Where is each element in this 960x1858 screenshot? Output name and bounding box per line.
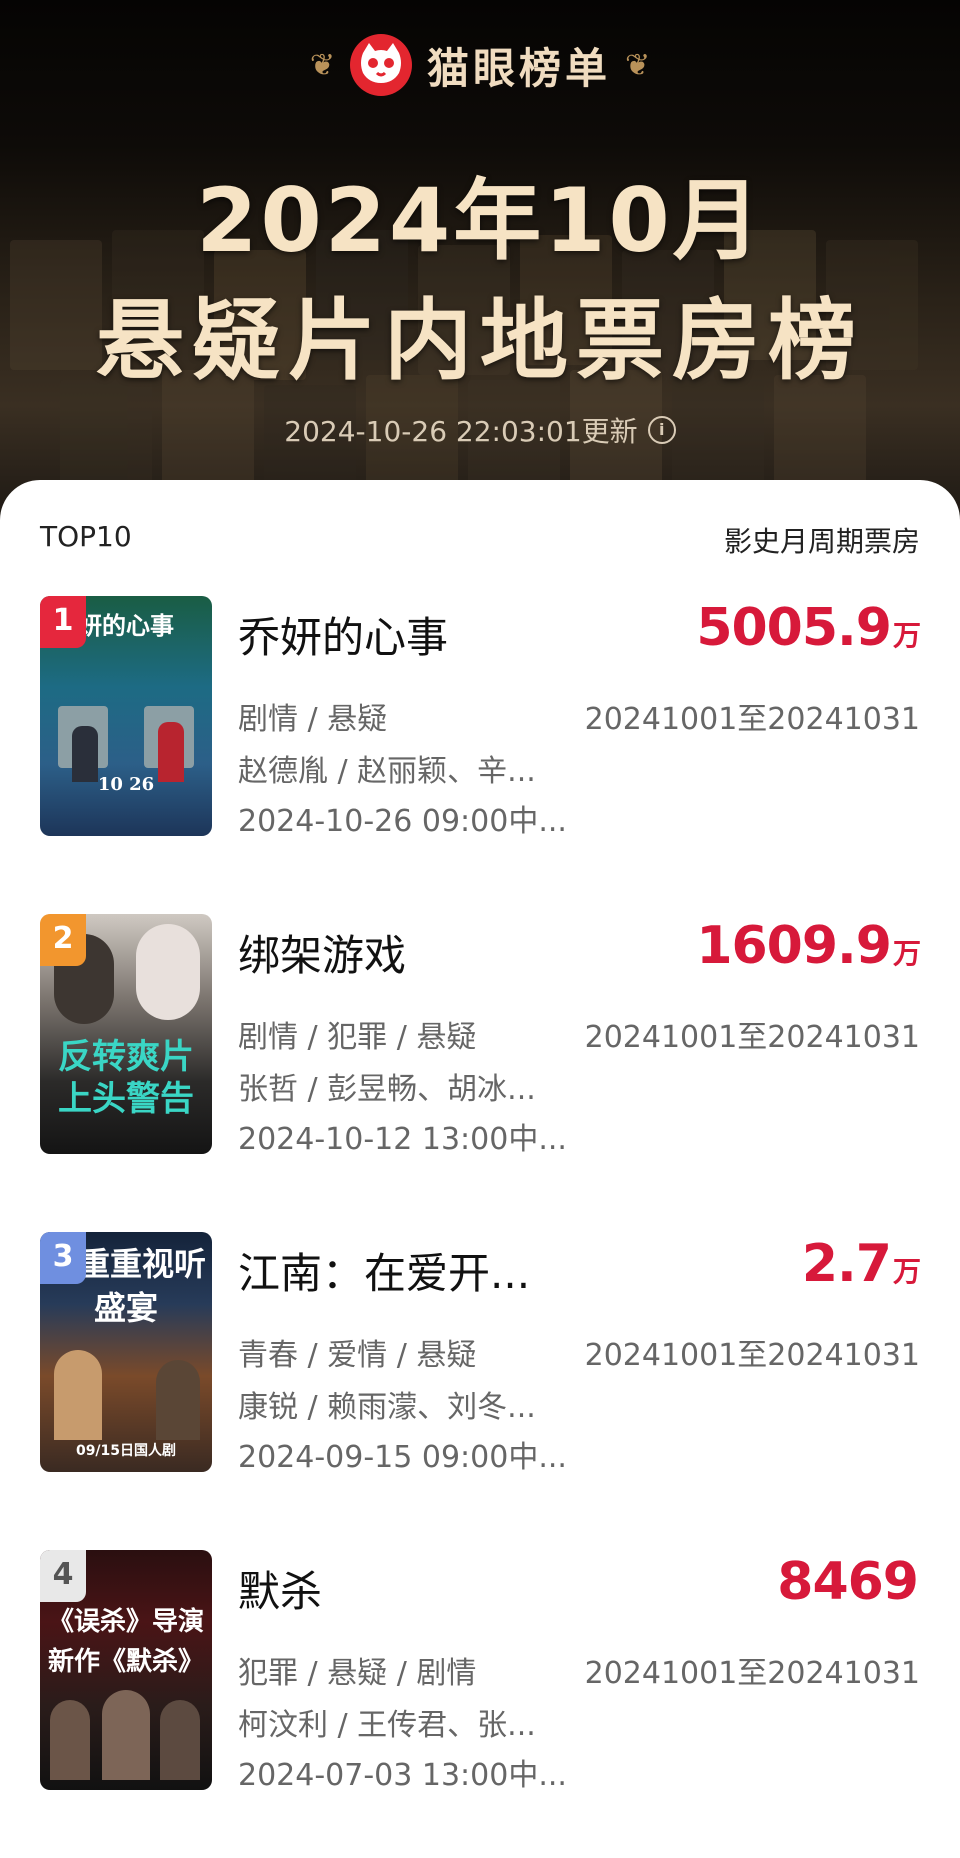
movie-poster[interactable]: 反转爽片上头警告 2 [40,914,212,1154]
movie-cast: 康锐 / 赖雨濛、刘冬... [238,1390,536,1425]
update-timestamp: 2024-10-26 22:03:01更新 i [0,410,960,450]
box-number: 8469 [777,1552,919,1612]
laurel-right-icon: ❦ [625,47,651,83]
rank-badge: 1 [40,596,86,648]
list-header-right: 影史月周期票房 [723,525,920,558]
rank-badge: 4 [40,1550,86,1602]
box-office-value: 2.7万 [801,1234,921,1294]
movie-title[interactable]: 江南：在爱开... [238,1240,530,1301]
header-banner: ❦ 猫眼榜单 ❦ 2024年10月 悬疑片内地票房榜 2024-10-26 22… [0,0,960,520]
movie-cast: 赵德胤 / 赵丽颖、辛... [238,754,536,789]
release-date: 2024-09-15 09:00中... [238,1440,567,1475]
ranking-item-4[interactable]: 《误杀》导演新作《默杀》 4 默杀 8469 犯罪 / 悬疑 / 剧情 2024… [0,1550,960,1795]
release-date: 2024-10-26 09:00中... [238,804,567,839]
release-date: 2024-10-12 13:00中... [238,1122,567,1157]
box-unit: 万 [892,619,921,652]
list-label: TOP10 [40,520,132,553]
maoyan-brand: ❦ 猫眼榜单 ❦ [0,30,960,100]
box-period: 20241001至20241031 [584,1338,920,1373]
movie-title[interactable]: 默杀 [238,1558,322,1619]
box-unit: 万 [892,1255,921,1288]
page-title-month: 2024年10月 [196,169,764,272]
rank-badge: 2 [40,914,86,966]
box-period: 20241001至20241031 [584,1020,920,1055]
box-number: 2.7 [801,1234,892,1294]
cat-face-icon [349,34,412,96]
ranking-panel: TOP10 影史月周期票房 妍的心事 10 26 1 乔妍的心事 5005.9万… [0,480,960,1858]
box-office-value: 1609.9万 [696,916,921,976]
box-period: 20241001至20241031 [584,702,920,737]
laurel-left-icon: ❦ [309,47,335,83]
page-title-category: 悬疑片内地票房榜 [95,289,864,392]
ranking-item-2[interactable]: 反转爽片上头警告 2 绑架游戏 1609.9万 剧情 / 犯罪 / 悬疑 202… [0,914,960,1159]
release-date: 2024-07-03 13:00中... [238,1758,567,1793]
movie-cast: 柯汶利 / 王传君、张... [238,1708,536,1743]
movie-title[interactable]: 绑架游戏 [238,922,406,983]
poster-date: 09/15日国人剧 [75,1443,177,1459]
ranking-item-1[interactable]: 妍的心事 10 26 1 乔妍的心事 5005.9万 剧情 / 悬疑 20241… [0,596,960,841]
ranking-item-3[interactable]: 疑重重视听盛宴 09/15日国人剧 3 江南：在爱开... 2.7万 青春 / … [0,1232,960,1477]
rank-badge: 3 [40,1232,86,1284]
movie-title[interactable]: 乔妍的心事 [238,604,448,665]
movie-poster[interactable]: 妍的心事 10 26 1 [40,596,212,836]
update-text: 2024-10-26 22:03:01更新 [284,415,638,448]
movie-genres: 青春 / 爱情 / 悬疑 [238,1338,477,1373]
poster-caption: 反转爽片上头警告 [58,1037,194,1119]
poster-date: 10 26 [97,774,155,795]
movie-cast: 张哲 / 彭昱畅、胡冰... [238,1072,536,1107]
movie-poster[interactable]: 《误杀》导演新作《默杀》 4 [40,1550,212,1790]
movie-genres: 剧情 / 悬疑 [238,702,388,737]
brand-name: 猫眼榜单 [426,43,611,93]
box-number: 5005.9 [696,598,892,658]
box-unit: 万 [892,937,921,970]
poster-caption: 《误杀》导演新作《默杀》 [47,1607,204,1677]
box-number: 1609.9 [696,916,892,976]
box-office-value: 5005.9万 [696,598,921,658]
movie-poster[interactable]: 疑重重视听盛宴 09/15日国人剧 3 [40,1232,212,1472]
box-period: 20241001至20241031 [584,1656,920,1691]
box-office-value: 8469 [777,1552,920,1612]
movie-genres: 犯罪 / 悬疑 / 剧情 [238,1656,477,1691]
movie-genres: 剧情 / 犯罪 / 悬疑 [238,1020,477,1055]
info-icon[interactable]: i [647,416,676,444]
